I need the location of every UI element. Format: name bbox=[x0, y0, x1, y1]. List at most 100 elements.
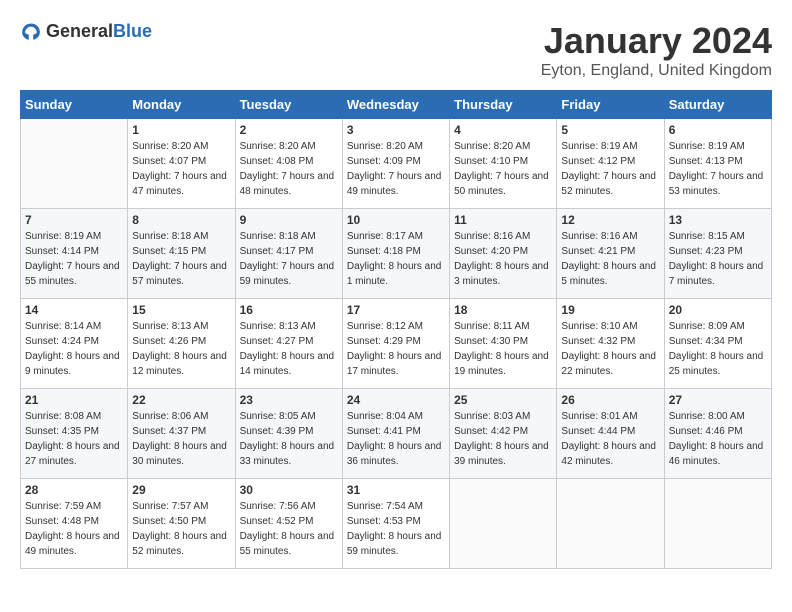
daylight-label: Daylight: 8 hours and 46 minutes. bbox=[669, 441, 764, 467]
sunset-label: Sunset: 4:27 PM bbox=[240, 336, 314, 347]
sunset-label: Sunset: 4:42 PM bbox=[454, 426, 528, 437]
day-info: Sunrise: 8:00 AM Sunset: 4:46 PM Dayligh… bbox=[669, 409, 767, 469]
daylight-label: Daylight: 8 hours and 5 minutes. bbox=[561, 261, 656, 287]
sunrise-label: Sunrise: 8:19 AM bbox=[561, 141, 637, 152]
calendar-cell: 18 Sunrise: 8:11 AM Sunset: 4:30 PM Dayl… bbox=[450, 299, 557, 389]
sunrise-label: Sunrise: 8:17 AM bbox=[347, 231, 423, 242]
day-info: Sunrise: 8:13 AM Sunset: 4:27 PM Dayligh… bbox=[240, 319, 338, 379]
day-info: Sunrise: 8:08 AM Sunset: 4:35 PM Dayligh… bbox=[25, 409, 123, 469]
sunrise-label: Sunrise: 8:20 AM bbox=[240, 141, 316, 152]
calendar-cell: 21 Sunrise: 8:08 AM Sunset: 4:35 PM Dayl… bbox=[21, 389, 128, 479]
sunrise-label: Sunrise: 8:00 AM bbox=[669, 411, 745, 422]
daylight-label: Daylight: 7 hours and 47 minutes. bbox=[132, 171, 227, 197]
sunrise-label: Sunrise: 7:56 AM bbox=[240, 501, 316, 512]
calendar-cell: 24 Sunrise: 8:04 AM Sunset: 4:41 PM Dayl… bbox=[342, 389, 449, 479]
sunset-label: Sunset: 4:44 PM bbox=[561, 426, 635, 437]
day-info: Sunrise: 7:56 AM Sunset: 4:52 PM Dayligh… bbox=[240, 499, 338, 559]
sunrise-label: Sunrise: 8:09 AM bbox=[669, 321, 745, 332]
sunrise-label: Sunrise: 8:20 AM bbox=[132, 141, 208, 152]
day-number: 31 bbox=[347, 483, 445, 497]
day-number: 28 bbox=[25, 483, 123, 497]
day-number: 4 bbox=[454, 123, 552, 137]
day-number: 27 bbox=[669, 393, 767, 407]
day-info: Sunrise: 8:18 AM Sunset: 4:17 PM Dayligh… bbox=[240, 229, 338, 289]
day-info: Sunrise: 8:17 AM Sunset: 4:18 PM Dayligh… bbox=[347, 229, 445, 289]
daylight-label: Daylight: 8 hours and 12 minutes. bbox=[132, 351, 227, 377]
calendar-cell: 10 Sunrise: 8:17 AM Sunset: 4:18 PM Dayl… bbox=[342, 209, 449, 299]
daylight-label: Daylight: 8 hours and 33 minutes. bbox=[240, 441, 335, 467]
sunrise-label: Sunrise: 7:57 AM bbox=[132, 501, 208, 512]
day-number: 8 bbox=[132, 213, 230, 227]
sunrise-label: Sunrise: 8:15 AM bbox=[669, 231, 745, 242]
sunset-label: Sunset: 4:26 PM bbox=[132, 336, 206, 347]
day-number: 2 bbox=[240, 123, 338, 137]
sunset-label: Sunset: 4:20 PM bbox=[454, 246, 528, 257]
daylight-label: Daylight: 8 hours and 42 minutes. bbox=[561, 441, 656, 467]
sunrise-label: Sunrise: 8:10 AM bbox=[561, 321, 637, 332]
dow-header-tuesday: Tuesday bbox=[235, 91, 342, 119]
sunset-label: Sunset: 4:15 PM bbox=[132, 246, 206, 257]
sunset-label: Sunset: 4:07 PM bbox=[132, 156, 206, 167]
sunrise-label: Sunrise: 7:54 AM bbox=[347, 501, 423, 512]
calendar-cell: 25 Sunrise: 8:03 AM Sunset: 4:42 PM Dayl… bbox=[450, 389, 557, 479]
day-info: Sunrise: 8:05 AM Sunset: 4:39 PM Dayligh… bbox=[240, 409, 338, 469]
daylight-label: Daylight: 7 hours and 48 minutes. bbox=[240, 171, 335, 197]
sunset-label: Sunset: 4:14 PM bbox=[25, 246, 99, 257]
daylight-label: Daylight: 8 hours and 17 minutes. bbox=[347, 351, 442, 377]
daylight-label: Daylight: 8 hours and 49 minutes. bbox=[25, 531, 120, 557]
day-info: Sunrise: 8:20 AM Sunset: 4:09 PM Dayligh… bbox=[347, 139, 445, 199]
day-number: 17 bbox=[347, 303, 445, 317]
sunset-label: Sunset: 4:24 PM bbox=[25, 336, 99, 347]
daylight-label: Daylight: 8 hours and 59 minutes. bbox=[347, 531, 442, 557]
dow-header-sunday: Sunday bbox=[21, 91, 128, 119]
day-info: Sunrise: 7:59 AM Sunset: 4:48 PM Dayligh… bbox=[25, 499, 123, 559]
page-header: GeneralBlue January 2024 Eyton, England,… bbox=[20, 20, 772, 80]
sunset-label: Sunset: 4:34 PM bbox=[669, 336, 743, 347]
day-number: 18 bbox=[454, 303, 552, 317]
day-number: 6 bbox=[669, 123, 767, 137]
daylight-label: Daylight: 8 hours and 36 minutes. bbox=[347, 441, 442, 467]
calendar-cell: 8 Sunrise: 8:18 AM Sunset: 4:15 PM Dayli… bbox=[128, 209, 235, 299]
sunset-label: Sunset: 4:30 PM bbox=[454, 336, 528, 347]
calendar-cell: 5 Sunrise: 8:19 AM Sunset: 4:12 PM Dayli… bbox=[557, 119, 664, 209]
calendar-cell: 16 Sunrise: 8:13 AM Sunset: 4:27 PM Dayl… bbox=[235, 299, 342, 389]
sunset-label: Sunset: 4:09 PM bbox=[347, 156, 421, 167]
calendar-cell: 30 Sunrise: 7:56 AM Sunset: 4:52 PM Dayl… bbox=[235, 479, 342, 569]
title-block: January 2024 Eyton, England, United King… bbox=[541, 20, 772, 80]
sunset-label: Sunset: 4:23 PM bbox=[669, 246, 743, 257]
day-info: Sunrise: 8:16 AM Sunset: 4:20 PM Dayligh… bbox=[454, 229, 552, 289]
sunrise-label: Sunrise: 8:06 AM bbox=[132, 411, 208, 422]
day-info: Sunrise: 7:54 AM Sunset: 4:53 PM Dayligh… bbox=[347, 499, 445, 559]
sunset-label: Sunset: 4:18 PM bbox=[347, 246, 421, 257]
day-number: 24 bbox=[347, 393, 445, 407]
daylight-label: Daylight: 8 hours and 1 minute. bbox=[347, 261, 442, 287]
daylight-label: Daylight: 8 hours and 39 minutes. bbox=[454, 441, 549, 467]
calendar-week-2: 7 Sunrise: 8:19 AM Sunset: 4:14 PM Dayli… bbox=[21, 209, 772, 299]
day-number: 23 bbox=[240, 393, 338, 407]
daylight-label: Daylight: 7 hours and 59 minutes. bbox=[240, 261, 335, 287]
calendar-cell: 7 Sunrise: 8:19 AM Sunset: 4:14 PM Dayli… bbox=[21, 209, 128, 299]
logo-blue: Blue bbox=[113, 21, 152, 41]
sunset-label: Sunset: 4:21 PM bbox=[561, 246, 635, 257]
day-info: Sunrise: 8:20 AM Sunset: 4:10 PM Dayligh… bbox=[454, 139, 552, 199]
day-info: Sunrise: 8:01 AM Sunset: 4:44 PM Dayligh… bbox=[561, 409, 659, 469]
sunrise-label: Sunrise: 8:18 AM bbox=[240, 231, 316, 242]
day-number: 12 bbox=[561, 213, 659, 227]
dow-header-friday: Friday bbox=[557, 91, 664, 119]
days-of-week-row: SundayMondayTuesdayWednesdayThursdayFrid… bbox=[21, 91, 772, 119]
daylight-label: Daylight: 7 hours and 49 minutes. bbox=[347, 171, 442, 197]
daylight-label: Daylight: 8 hours and 30 minutes. bbox=[132, 441, 227, 467]
sunrise-label: Sunrise: 8:13 AM bbox=[132, 321, 208, 332]
calendar-cell: 4 Sunrise: 8:20 AM Sunset: 4:10 PM Dayli… bbox=[450, 119, 557, 209]
calendar-cell: 3 Sunrise: 8:20 AM Sunset: 4:09 PM Dayli… bbox=[342, 119, 449, 209]
day-number: 20 bbox=[669, 303, 767, 317]
location-title: Eyton, England, United Kingdom bbox=[541, 62, 772, 80]
sunrise-label: Sunrise: 8:16 AM bbox=[454, 231, 530, 242]
day-number: 5 bbox=[561, 123, 659, 137]
sunset-label: Sunset: 4:12 PM bbox=[561, 156, 635, 167]
sunrise-label: Sunrise: 8:19 AM bbox=[25, 231, 101, 242]
daylight-label: Daylight: 8 hours and 7 minutes. bbox=[669, 261, 764, 287]
calendar-cell: 14 Sunrise: 8:14 AM Sunset: 4:24 PM Dayl… bbox=[21, 299, 128, 389]
daylight-label: Daylight: 7 hours and 53 minutes. bbox=[669, 171, 764, 197]
sunrise-label: Sunrise: 8:08 AM bbox=[25, 411, 101, 422]
